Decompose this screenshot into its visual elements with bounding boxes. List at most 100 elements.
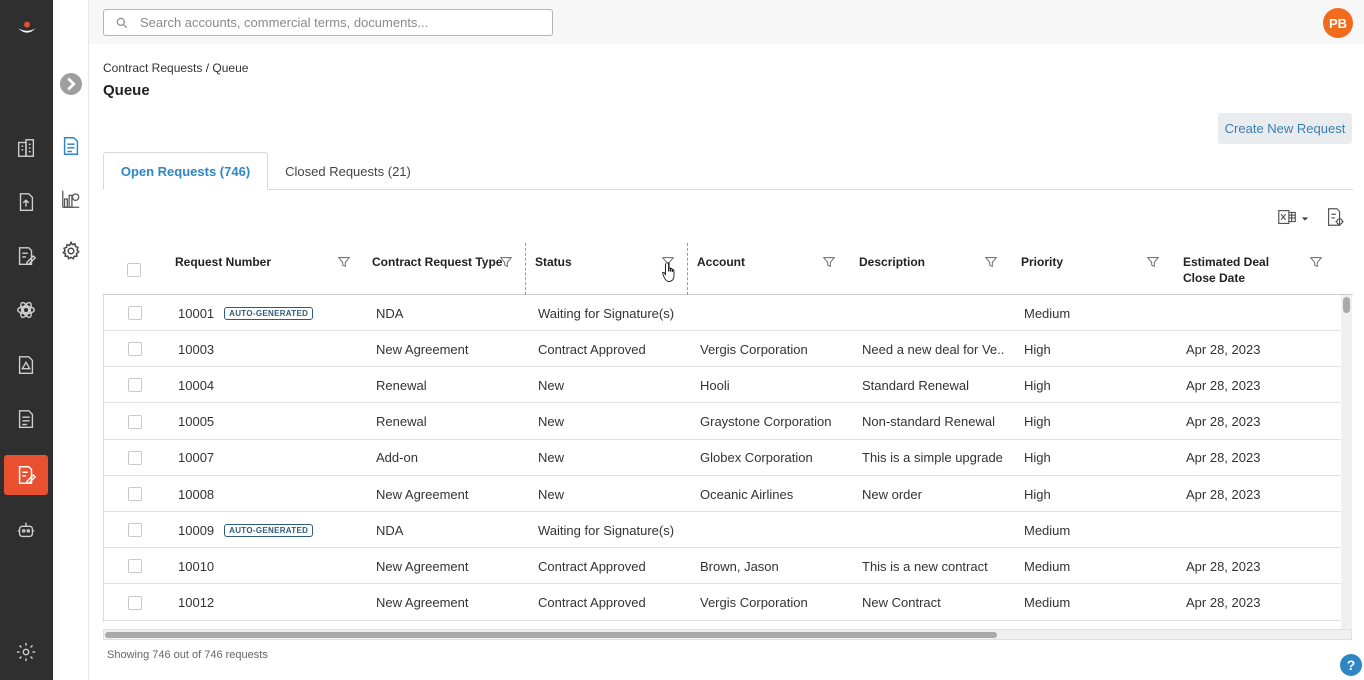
- cell-close-date: Apr 28, 2023: [1186, 595, 1261, 611]
- integrations-icon[interactable]: [4, 290, 48, 330]
- table-row[interactable]: 10012 New Agreement Contract Approved Vergi…: [104, 585, 1341, 621]
- cell-account: Graystone Corporation: [700, 414, 832, 430]
- main-nav-rail: [0, 0, 53, 680]
- cell-priority: High: [1024, 486, 1051, 502]
- document-list-icon[interactable]: [4, 399, 48, 439]
- column-header-status: Status: [525, 243, 688, 295]
- horizontal-scroll-thumb[interactable]: [105, 632, 997, 638]
- cell-account: Hooli: [700, 377, 730, 393]
- global-search[interactable]: [103, 9, 553, 36]
- row-checkbox[interactable]: [128, 523, 142, 538]
- help-button[interactable]: ?: [1340, 654, 1362, 676]
- row-checkbox[interactable]: [128, 487, 142, 501]
- column-label: Account: [697, 255, 745, 269]
- export-excel-dropdown[interactable]: [1276, 206, 1309, 232]
- search-input[interactable]: [140, 15, 540, 30]
- row-checkbox[interactable]: [128, 342, 142, 357]
- column-settings-button[interactable]: [1324, 206, 1346, 232]
- tab-open-requests[interactable]: Open Requests (746): [103, 152, 268, 190]
- cell-description: This is a new contract: [862, 558, 988, 574]
- row-checkbox[interactable]: [128, 559, 142, 574]
- cell-account: [700, 512, 855, 548]
- select-all-checkbox[interactable]: [127, 263, 141, 277]
- tab-closed-requests[interactable]: Closed Requests (21): [273, 152, 423, 190]
- contract-requests-icon[interactable]: [4, 455, 48, 495]
- breadcrumb: Contract Requests / Queue: [103, 61, 249, 75]
- cell-status: Contract Approved: [538, 558, 646, 574]
- cell-request-number: 10004: [178, 367, 368, 403]
- cell-status: Contract Approved: [538, 595, 646, 611]
- excel-icon: [1276, 206, 1298, 233]
- sub-settings-gear-icon[interactable]: [58, 238, 84, 264]
- table-row[interactable]: 10008 New Agreement New Oceanic Airlines New…: [104, 476, 1341, 512]
- cell-close-date: [1186, 512, 1336, 548]
- cell-request-number: 10005: [178, 404, 368, 440]
- cell-status: New: [538, 486, 565, 502]
- contracts-edit-icon[interactable]: [4, 236, 48, 276]
- cell-priority: Medium: [1024, 595, 1071, 611]
- table-body: 10001 AUTO-GENERATED NDA Waiting for Signat…: [103, 295, 1341, 622]
- cell-description: [862, 512, 1004, 548]
- user-avatar[interactable]: PB: [1323, 8, 1353, 38]
- column-label: Description: [859, 255, 926, 269]
- column-label: Priority: [1021, 255, 1064, 269]
- chevron-down-icon: [1301, 210, 1309, 228]
- filter-icon[interactable]: [337, 255, 351, 269]
- sub-nav-rail: [53, 0, 89, 680]
- cell-account: Vergis Corporation: [700, 595, 808, 611]
- upload-icon[interactable]: [4, 182, 48, 222]
- cell-description: New Contract: [862, 595, 941, 611]
- table-row[interactable]: 10005 Renewal New Graystone Corporation Non-…: [104, 404, 1341, 440]
- request-number: 10008: [178, 486, 215, 502]
- reports-chart-icon[interactable]: [58, 186, 84, 212]
- cell-close-date: Apr 28, 2023: [1186, 450, 1261, 466]
- cell-description: Standard Renewal: [862, 377, 969, 393]
- row-checkbox[interactable]: [128, 306, 142, 320]
- request-number: 10010: [178, 558, 215, 574]
- row-checkbox[interactable]: [128, 378, 142, 393]
- request-tabs: Open Requests (746) Closed Requests (21): [103, 152, 1353, 190]
- cell-status: New: [538, 377, 565, 393]
- cell-priority: High: [1024, 414, 1051, 430]
- vertical-scroll-thumb[interactable]: [1343, 297, 1350, 313]
- request-number: 10004: [178, 377, 215, 393]
- table-row[interactable]: 10003 New Agreement Contract Approved Vergi…: [104, 331, 1341, 368]
- row-checkbox[interactable]: [128, 414, 142, 429]
- table-row[interactable]: 10007 Add-on New Globex Corporation This is …: [104, 440, 1341, 476]
- row-checkbox[interactable]: [128, 595, 142, 610]
- table-row[interactable]: 10010 New Agreement Contract Approved Brown…: [104, 548, 1341, 585]
- create-new-request-button[interactable]: Create New Request: [1218, 113, 1352, 144]
- results-count: Showing 746 out of 746 requests: [107, 649, 268, 661]
- document-alert-icon[interactable]: [4, 345, 48, 385]
- cell-close-date: Apr 28, 2023: [1186, 558, 1261, 574]
- row-checkbox[interactable]: [128, 450, 142, 465]
- settings-icon[interactable]: [4, 632, 48, 672]
- filter-icon[interactable]: [1309, 255, 1323, 269]
- expand-chevron-icon[interactable]: [60, 73, 82, 95]
- table-row[interactable]: 10001 AUTO-GENERATED NDA Waiting for Signat…: [104, 295, 1341, 331]
- bot-icon[interactable]: [4, 510, 48, 550]
- horizontal-scrollbar[interactable]: [103, 629, 1352, 640]
- vertical-scrollbar[interactable]: [1341, 295, 1352, 629]
- table-row[interactable]: 10009 AUTO-GENERATED NDA Waiting for Signat…: [104, 512, 1341, 549]
- cell-priority: High: [1024, 341, 1051, 357]
- table-row[interactable]: 10004 Renewal New Hooli Standard Renewal High…: [104, 367, 1341, 404]
- queue-document-icon[interactable]: [58, 133, 84, 159]
- column-label: Estimated Deal Close Date: [1183, 255, 1270, 285]
- request-number: 10012: [178, 595, 215, 611]
- cell-close-date: Apr 28, 2023: [1186, 486, 1261, 502]
- logo[interactable]: [0, 18, 53, 48]
- accounts-icon[interactable]: [4, 128, 48, 168]
- cell-priority: Medium: [1024, 305, 1071, 321]
- filter-icon[interactable]: [1146, 255, 1160, 269]
- filter-icon[interactable]: [822, 255, 836, 269]
- cell-type: New Agreement: [376, 595, 469, 611]
- request-number: 10007: [178, 450, 215, 466]
- filter-icon[interactable]: [499, 255, 513, 269]
- cell-status: Contract Approved: [538, 341, 646, 357]
- cell-close-date: Apr 28, 2023: [1186, 377, 1261, 393]
- cell-type: Renewal: [376, 377, 427, 393]
- auto-generated-badge: AUTO-GENERATED: [224, 523, 314, 537]
- search-icon: [104, 16, 140, 30]
- filter-icon[interactable]: [984, 255, 998, 269]
